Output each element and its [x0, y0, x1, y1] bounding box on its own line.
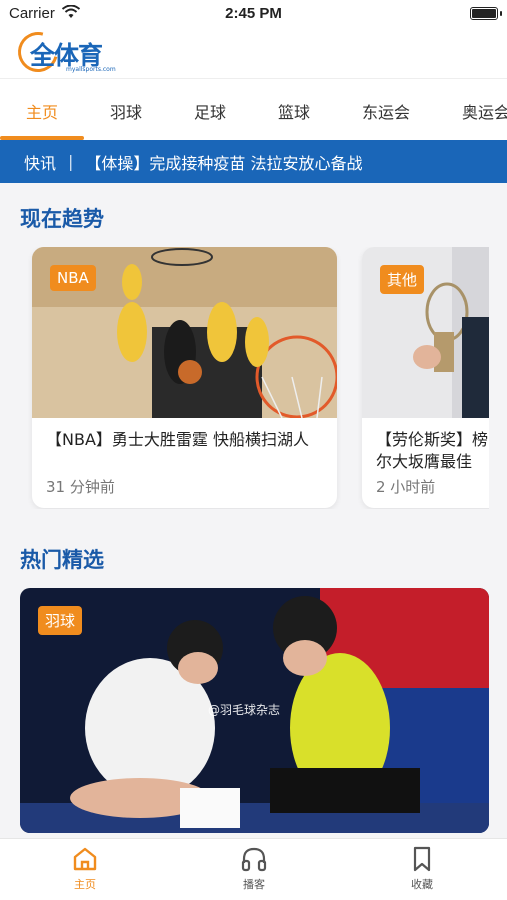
card-title: 【劳伦斯奖】榜 尔大坂膺最佳 — [376, 430, 489, 471]
trending-card[interactable]: NBA 【NBA】勇士大胜雷霆 快船横扫湖人 31 分钟前 — [32, 247, 337, 508]
clock: 2:45 PM — [225, 5, 282, 22]
tab-sea-games[interactable]: 东运会 — [362, 99, 410, 123]
card-time: 2 小时前 — [376, 478, 436, 496]
tab-badminton[interactable]: 羽球 — [110, 99, 142, 123]
trending-section-title: 现在趋势 — [20, 207, 104, 231]
ticker-separator: | — [68, 152, 74, 171]
news-ticker[interactable]: 快讯 | 【体操】完成接种疫苗 法拉安放心备战 — [0, 140, 507, 183]
category-badge: 羽球 — [38, 606, 83, 635]
tab-home[interactable]: 主页 — [26, 99, 58, 123]
app-header: 全体育 myallsports.com — [0, 24, 507, 80]
tab-football[interactable]: 足球 — [194, 99, 226, 123]
tab-basketball[interactable]: 篮球 — [278, 99, 310, 123]
bookmark-icon — [413, 846, 431, 872]
category-badge: NBA — [50, 265, 96, 291]
card-title: 【NBA】勇士大胜雷霆 快船横扫湖人 — [46, 430, 309, 449]
bottom-navigation: 主页 播客 收藏 — [0, 838, 507, 900]
photo-watermark: @羽毛球杂志 — [208, 703, 281, 717]
nav-podcast-label: 播客 — [243, 878, 265, 891]
featured-card[interactable]: 羽球 @羽毛球杂志 — [20, 588, 489, 833]
card-time: 31 分钟前 — [46, 478, 115, 496]
nav-home[interactable]: 主页 — [45, 845, 125, 892]
trending-card[interactable]: 其他 【劳伦斯奖】榜 尔大坂膺最佳 2 小时前 — [362, 247, 489, 508]
tab-olympics[interactable]: 奥运会 — [462, 99, 507, 123]
app-logo[interactable]: 全体育 myallsports.com — [10, 24, 128, 80]
logo-subtext: myallsports.com — [66, 66, 116, 73]
nav-bookmarks[interactable]: 收藏 — [382, 845, 462, 892]
category-badge: 其他 — [380, 265, 425, 294]
nav-podcast[interactable]: 播客 — [214, 845, 294, 892]
trending-carousel[interactable]: NBA 【NBA】勇士大胜雷霆 快船横扫湖人 31 分钟前 其他 【劳伦斯奖】榜… — [0, 247, 489, 509]
featured-section-title: 热门精选 — [20, 548, 104, 572]
category-tabs: 主页 羽球 足球 篮球 东运会 奥运会 — [0, 78, 507, 140]
status-bar: Carrier 2:45 PM — [0, 0, 507, 26]
nav-home-label: 主页 — [74, 878, 96, 891]
ticker-label: 快讯 — [24, 153, 57, 173]
nav-bookmarks-label: 收藏 — [411, 878, 433, 891]
ticker-text: 【体操】完成接种疫苗 法拉安放心备战 — [85, 153, 363, 173]
headphones-icon — [241, 847, 267, 872]
home-icon — [73, 847, 97, 871]
battery-icon — [470, 7, 502, 20]
